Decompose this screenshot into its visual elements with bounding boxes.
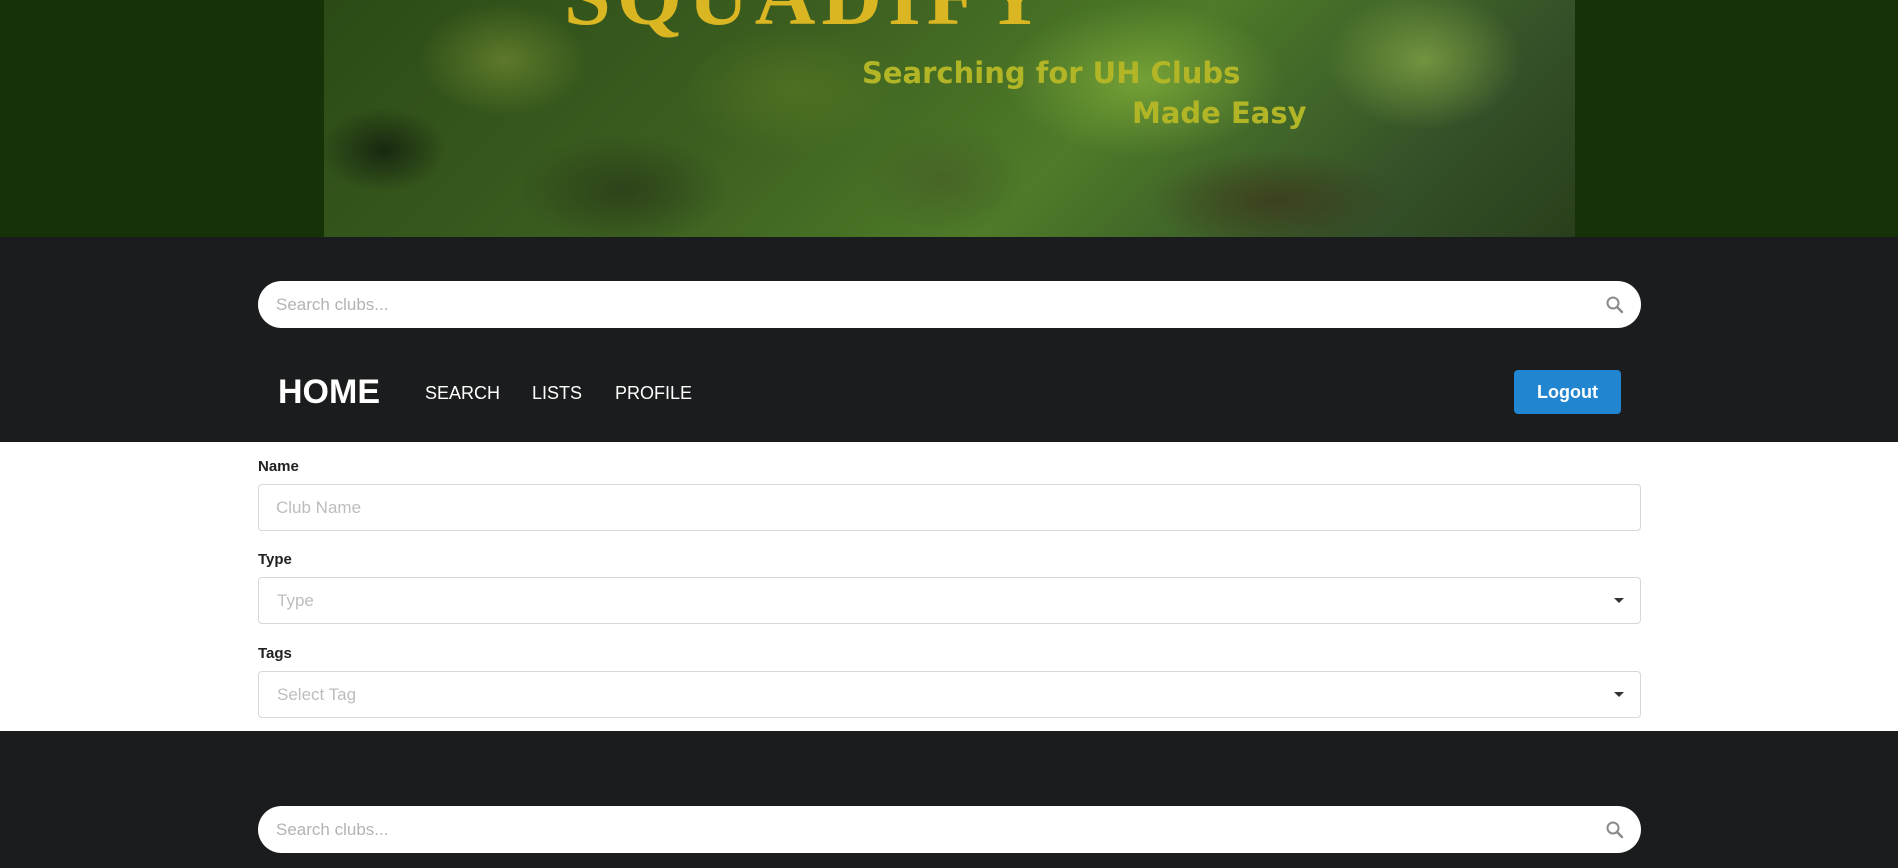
- nav-item-profile[interactable]: PROFILE: [615, 383, 692, 404]
- logout-button[interactable]: Logout: [1514, 370, 1621, 414]
- name-field[interactable]: [258, 484, 1641, 531]
- type-dropdown-placeholder: Type: [277, 591, 314, 610]
- banner: SQUADIFY Searching for UH Clubs Made Eas…: [0, 0, 1898, 237]
- tags-dropdown-placeholder: Select Tag: [277, 685, 357, 704]
- search-icon[interactable]: [1605, 295, 1625, 315]
- logo: SQUADIFY: [564, 0, 1051, 45]
- club-name-input[interactable]: [276, 485, 1596, 530]
- type-dropdown[interactable]: Type: [258, 577, 1641, 624]
- type-label: Type: [258, 551, 292, 568]
- top-search-input[interactable]: [276, 281, 1596, 328]
- main-nav: HOME SEARCH LISTS PROFILE Logout: [258, 370, 1641, 420]
- tags-dropdown[interactable]: Select Tag: [258, 671, 1641, 718]
- search-icon[interactable]: [1605, 820, 1625, 840]
- club-filter-form: Name Type Type Tags Select Tag: [258, 442, 1641, 731]
- top-search-bar: [258, 281, 1641, 328]
- nav-item-search[interactable]: SEARCH: [425, 383, 500, 404]
- nav-home[interactable]: HOME: [278, 373, 380, 412]
- dropdown-icon: [1614, 598, 1624, 603]
- banner-image: SQUADIFY Searching for UH Clubs Made Eas…: [324, 0, 1575, 237]
- dropdown-icon: [1614, 692, 1624, 697]
- bottom-search-input[interactable]: [276, 806, 1596, 853]
- tags-label: Tags: [258, 645, 292, 662]
- nav-item-lists[interactable]: LISTS: [532, 383, 582, 404]
- tagline-line1: Searching for UH Clubs: [862, 56, 1241, 90]
- name-label: Name: [258, 458, 299, 475]
- tagline-line2: Made Easy: [1132, 96, 1307, 130]
- bottom-search-bar: [258, 806, 1641, 853]
